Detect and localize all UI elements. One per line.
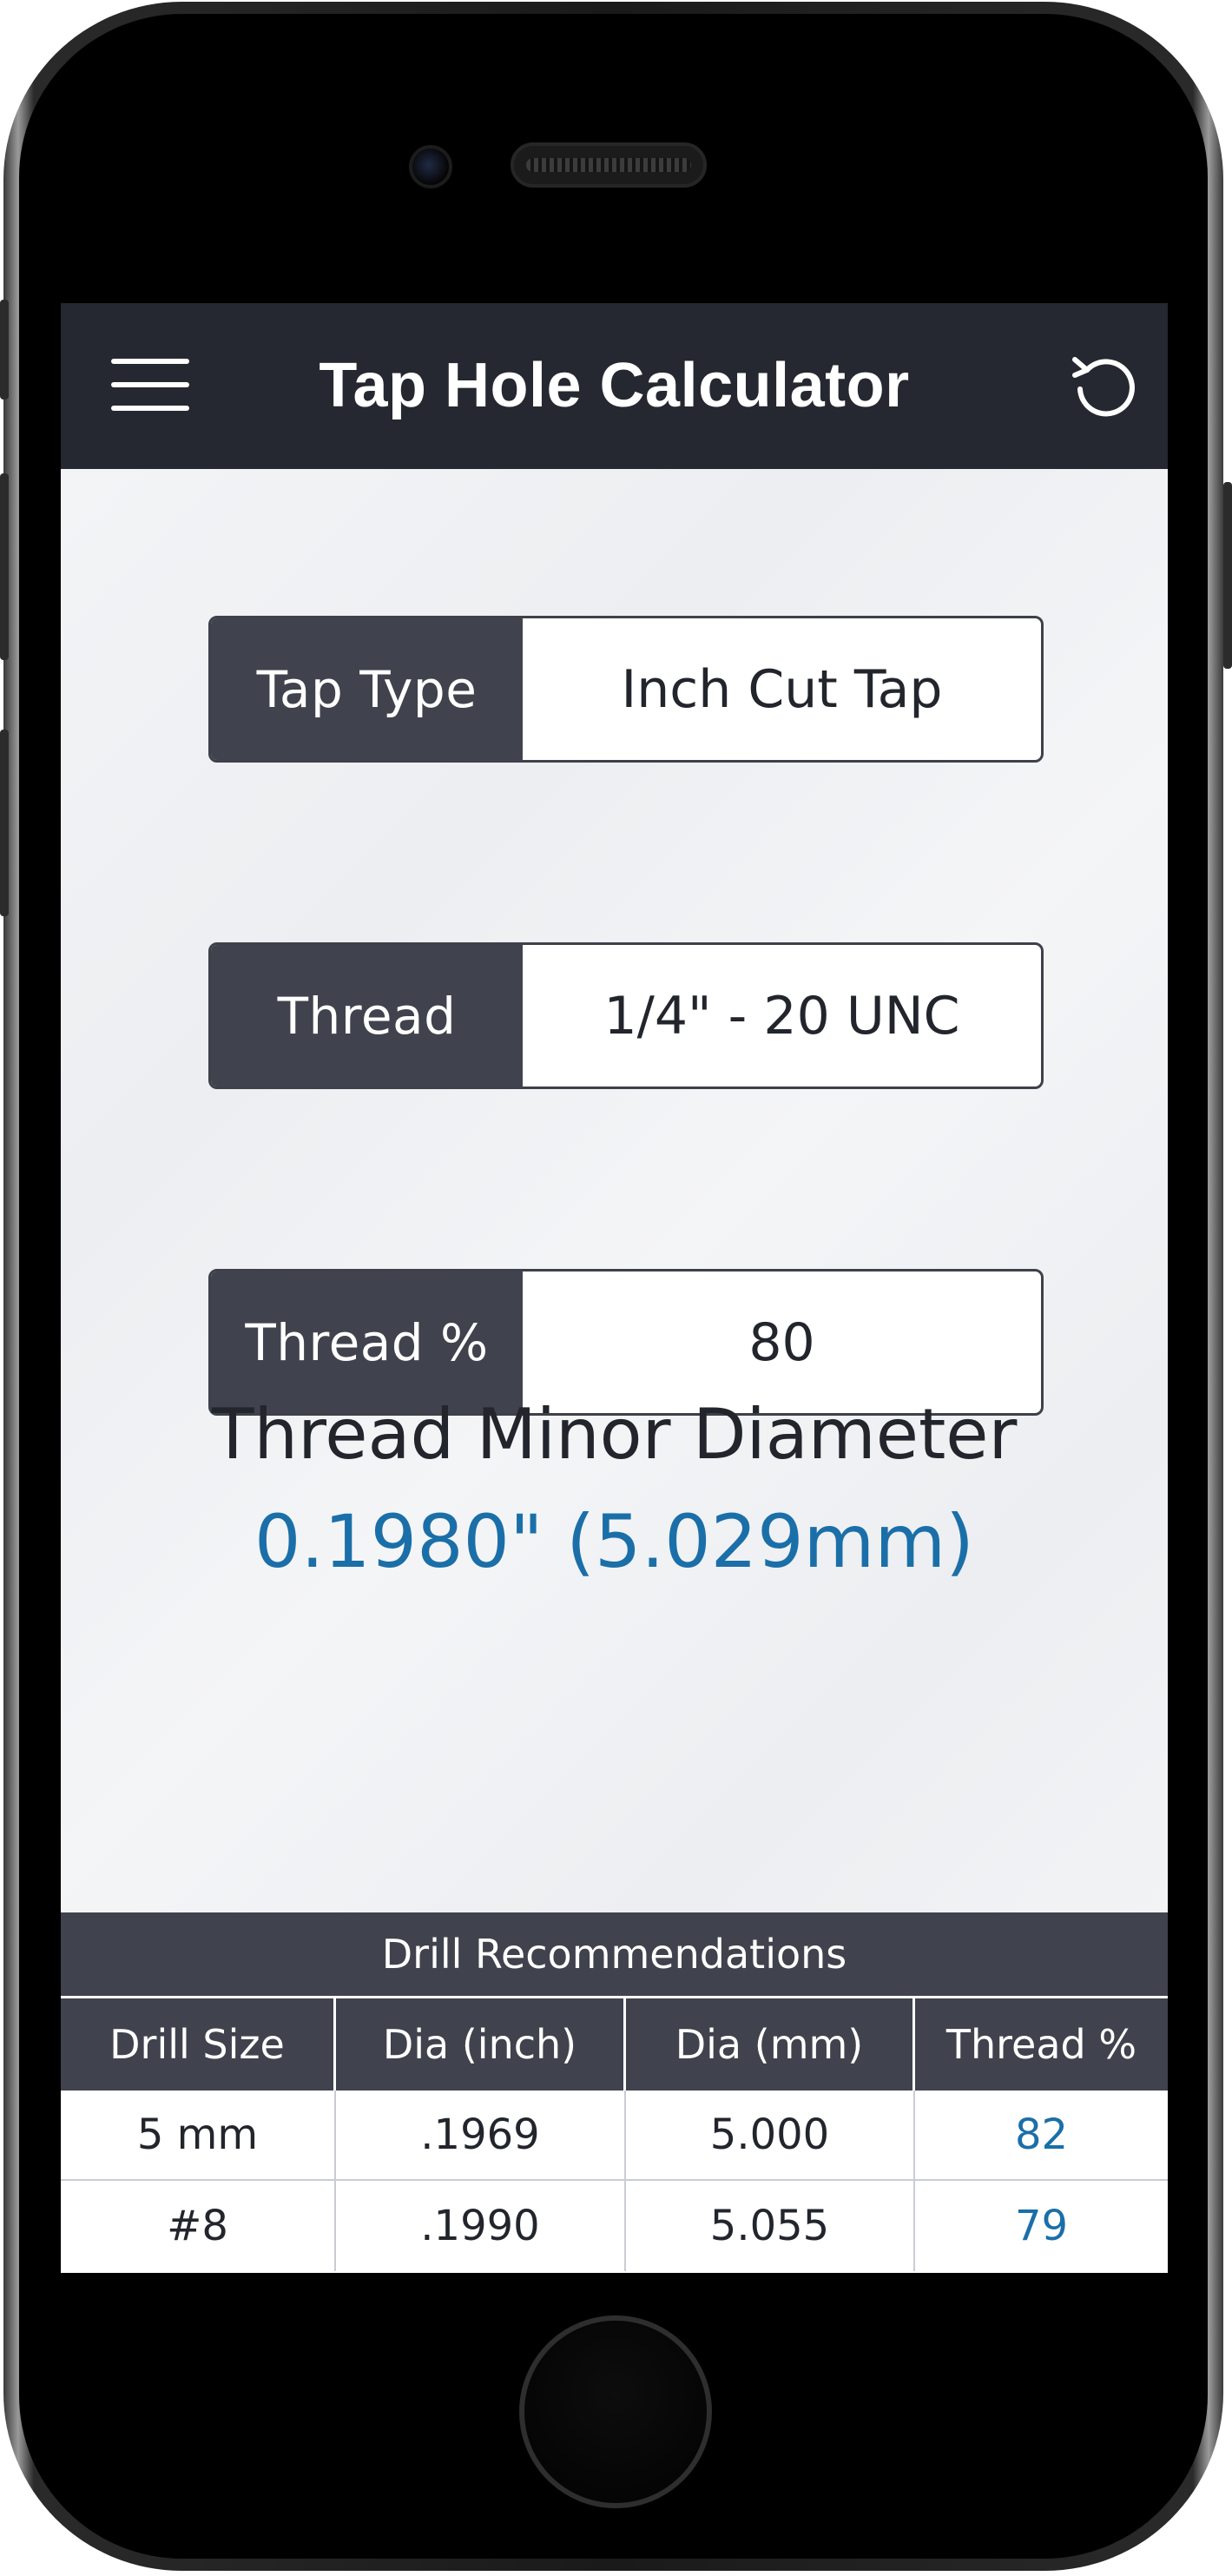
dia-inch-cell: .1990 — [336, 2181, 626, 2271]
table-header-row: Drill Size Dia (inch) Dia (mm) Thread % — [61, 1998, 1168, 2091]
front-camera — [409, 145, 452, 188]
app-header: Tap Hole Calculator — [61, 303, 1168, 469]
app-screen: Tap Hole Calculator Tap Type Inch Cut Ta… — [61, 303, 1168, 2273]
calculator-content: Tap Type Inch Cut Tap Thread 1/4" - 20 UN… — [61, 469, 1168, 1912]
silent-switch — [0, 300, 9, 400]
column-header-thread-percent[interactable]: Thread % — [915, 1998, 1168, 2091]
dia-inch-cell: .1969 — [336, 2091, 626, 2179]
tap-type-selector[interactable]: Tap Type Inch Cut Tap — [208, 616, 1044, 763]
reset-icon[interactable] — [1068, 347, 1144, 424]
thread-label: Thread — [211, 945, 523, 1087]
dia-mm-cell: 5.000 — [626, 2091, 915, 2179]
thread-percent-value[interactable]: 80 — [523, 1271, 1041, 1413]
thread-percent-cell: 79 — [1014, 2202, 1069, 2250]
hamburger-menu-icon[interactable] — [111, 357, 191, 413]
thread-percent-cell: 82 — [1014, 2110, 1069, 2159]
volume-down-button — [0, 730, 9, 916]
earpiece-speaker — [511, 142, 707, 188]
home-button[interactable] — [519, 2315, 712, 2508]
power-button — [1223, 482, 1232, 669]
drill-recommendations-table: Drill Recommendations Drill Size Dia (inch… — [61, 1912, 1168, 2273]
volume-up-button — [0, 473, 9, 660]
minor-diameter-value: 0.1980" (5.029mm) — [254, 1499, 974, 1584]
tap-type-label: Tap Type — [211, 618, 523, 760]
column-header-drill-size[interactable]: Drill Size — [61, 1998, 336, 2091]
result-title: Thread Minor Diameter — [211, 1394, 1018, 1475]
column-header-dia-mm[interactable]: Dia (mm) — [626, 1998, 915, 2091]
table-row[interactable]: #8.1990 5.055 79 — [61, 2181, 1168, 2271]
thread-percent-label: Thread % — [211, 1271, 523, 1413]
dia-mm-cell: 5.055 — [626, 2181, 915, 2271]
drill-size-cell: 5 mm — [61, 2091, 336, 2179]
table-title: Drill Recommendations — [61, 1912, 1168, 1998]
table-row[interactable]: 5 mm .1969 5.000 82 — [61, 2091, 1168, 2181]
thread-selector[interactable]: Thread 1/4" - 20 UNC — [208, 942, 1044, 1089]
column-header-dia-inch[interactable]: Dia (inch) — [336, 1998, 626, 2091]
drill-size-cell: #8 — [61, 2181, 336, 2271]
thread-value[interactable]: 1/4" - 20 UNC — [523, 945, 1041, 1087]
tap-type-value[interactable]: Inch Cut Tap — [523, 618, 1041, 760]
page-title: Tap Hole Calculator — [319, 351, 910, 420]
